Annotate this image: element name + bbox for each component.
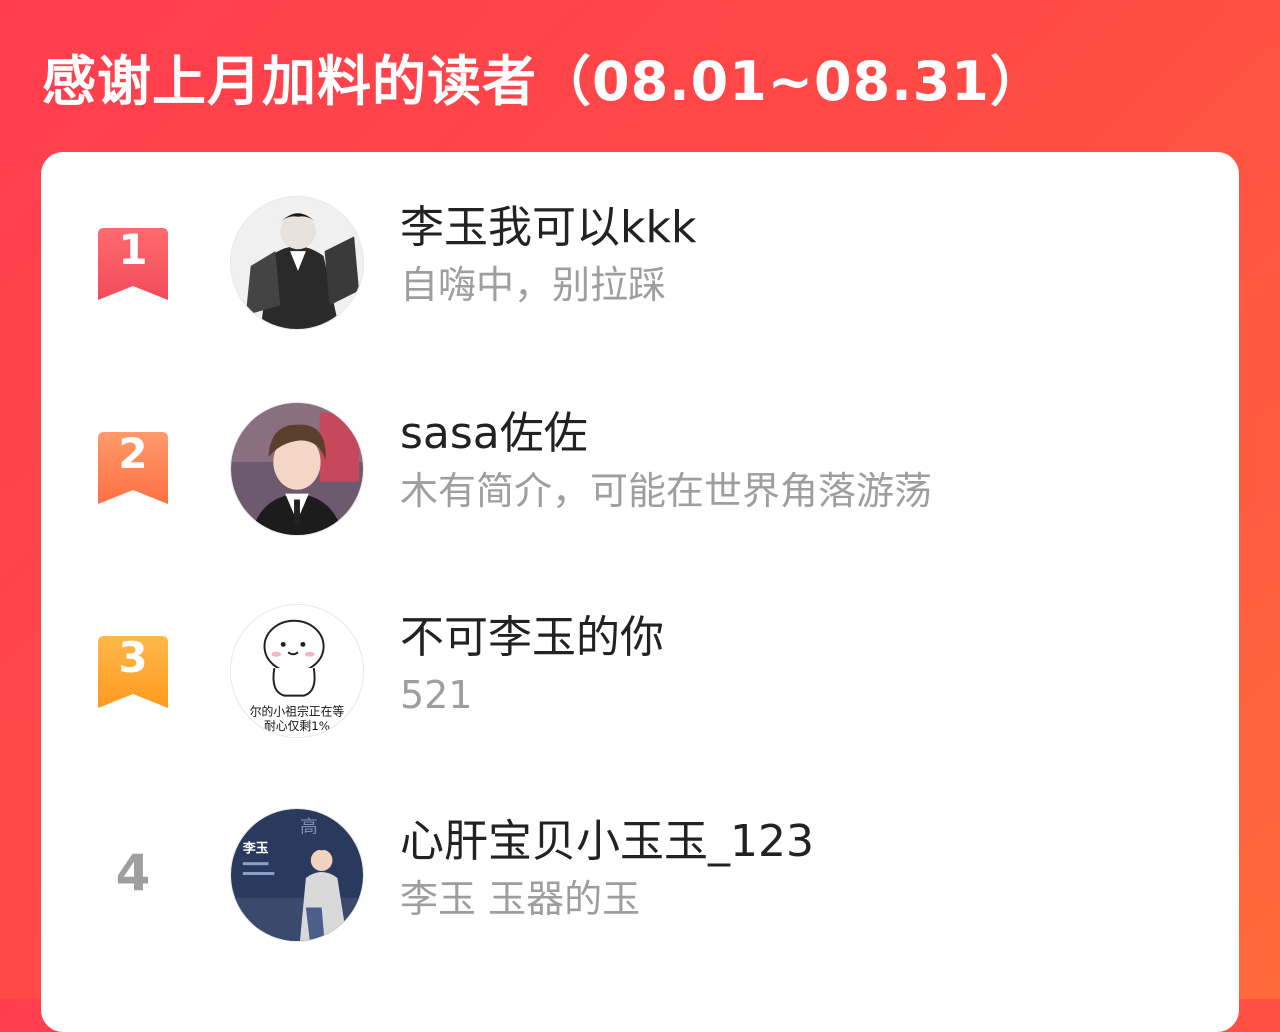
rank-ribbon-icon: 3 xyxy=(98,636,168,708)
reader-bio: 自嗨中，别拉踩 xyxy=(400,263,667,307)
avatar-caption-line1: 李玉 xyxy=(242,840,269,856)
reader-name: 不可李玉的你 xyxy=(400,612,664,663)
avatar-caption-line2: 耐心仅剩1% xyxy=(264,719,330,733)
avatar-caption-line1: 尔的小祖宗正在等 xyxy=(250,704,345,718)
reader-bio: 木有简介，可能在世界角落游荡 xyxy=(400,469,933,513)
avatar[interactable]: 李玉 高 xyxy=(230,808,364,942)
reader-bio: 521 xyxy=(400,673,473,717)
reader-name: sasa佐佐 xyxy=(400,408,588,459)
reader-bio: 李玉 玉器的玉 xyxy=(400,877,641,921)
avatar-caption-line2: 高 xyxy=(300,817,318,838)
avatar[interactable] xyxy=(230,402,364,536)
reader-row[interactable]: 1 李玉我可以kkk 自嗨中，别拉踩 xyxy=(41,192,1239,362)
reader-row[interactable]: 2 sasa佐佐 木有简介，可能在世界角落游荡 xyxy=(41,398,1239,568)
avatar[interactable]: 尔的小祖宗正在等 耐心仅剩1% xyxy=(230,604,364,738)
reader-list-card: 1 李玉我可以kkk 自嗨中，别拉踩 2 sasa佐佐 木有简介，可能在世界角落… xyxy=(41,152,1239,1032)
page-title: 感谢上月加料的读者（08.01~08.31） xyxy=(42,50,1045,113)
rank-number: 3 xyxy=(118,633,148,682)
reader-name: 心肝宝贝小玉玉_123 xyxy=(400,816,814,867)
avatar[interactable] xyxy=(230,196,364,330)
rank-number: 1 xyxy=(118,225,148,274)
rank-number: 4 xyxy=(115,844,151,902)
rank-ribbon-icon: 2 xyxy=(98,432,168,504)
rank-ribbon-icon: 1 xyxy=(98,228,168,300)
reader-name: 李玉我可以kkk xyxy=(400,202,697,253)
reader-row[interactable]: 3 尔的小祖宗正在等 耐心仅剩1% 不可李玉的你 521 xyxy=(41,604,1239,774)
rank-number: 2 xyxy=(118,429,148,478)
reader-row[interactable]: 4 李玉 高 心肝宝贝小玉玉_123 李玉 玉器的玉 xyxy=(41,808,1239,978)
